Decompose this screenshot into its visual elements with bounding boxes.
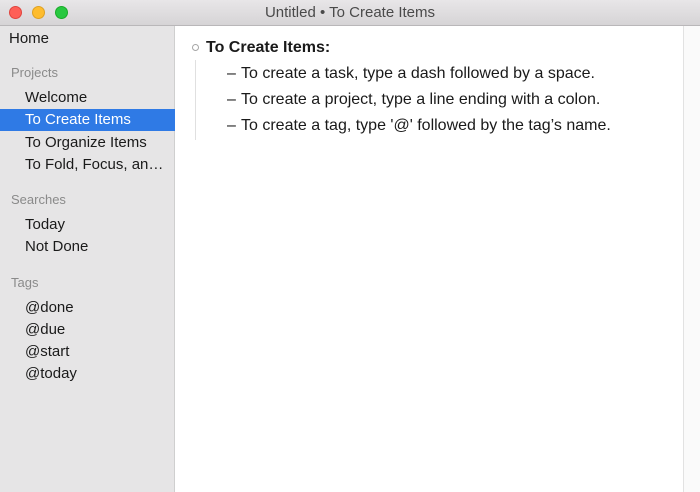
task-item[interactable]: – To create a task, type a dash followed … (227, 62, 595, 86)
sidebar-section-tags: Tags (11, 275, 39, 290)
sidebar-item-tag-start[interactable]: @start (0, 341, 175, 363)
title-bar[interactable]: Untitled • To Create Items (0, 0, 700, 26)
indent-guide (195, 60, 196, 140)
sidebar-item-today-search[interactable]: Today (0, 214, 175, 236)
task-dash-icon: – (227, 91, 236, 108)
close-window-button[interactable] (9, 6, 22, 19)
sidebar-item-tag-done[interactable]: @done (0, 297, 175, 319)
task-text: To create a project, type a line ending … (241, 91, 601, 108)
zoom-window-button[interactable] (55, 6, 68, 19)
sidebar-item-to-fold-focus[interactable]: To Fold, Focus, and Filter (0, 154, 175, 176)
app-window: Untitled • To Create Items Home Projects… (0, 0, 700, 492)
sidebar-item-tag-due[interactable]: @due (0, 319, 175, 341)
project-title: To Create Items: (206, 39, 331, 56)
editor-pane[interactable]: To Create Items: – To create a task, type… (175, 26, 683, 492)
task-item[interactable]: – To create a project, type a line ending… (227, 88, 600, 112)
task-item[interactable]: – To create a tag, type '@' followed by t… (227, 114, 611, 138)
fold-handle-icon[interactable] (192, 44, 199, 51)
vertical-scrollbar[interactable] (683, 26, 700, 492)
sidebar-item-to-organize-items[interactable]: To Organize Items (0, 132, 175, 154)
minimize-window-button[interactable] (32, 6, 45, 19)
sidebar-item-home[interactable]: Home (9, 30, 49, 47)
sidebar-item-welcome[interactable]: Welcome (0, 87, 175, 109)
task-text: To create a task, type a dash followed b… (241, 65, 595, 82)
sidebar-item-to-create-items[interactable]: To Create Items (0, 109, 175, 131)
sidebar-item-tag-today[interactable]: @today (0, 363, 175, 385)
window-title: Untitled • To Create Items (264, 4, 436, 21)
sidebar-section-projects: Projects (11, 65, 58, 80)
sidebar-section-searches: Searches (11, 192, 66, 207)
sidebar: Home Projects Welcome To Create Items To… (0, 26, 175, 492)
task-dash-icon: – (227, 65, 236, 82)
task-dash-icon: – (227, 117, 236, 134)
task-text: To create a tag, type '@' followed by th… (241, 117, 611, 134)
sidebar-item-not-done-search[interactable]: Not Done (0, 236, 175, 258)
